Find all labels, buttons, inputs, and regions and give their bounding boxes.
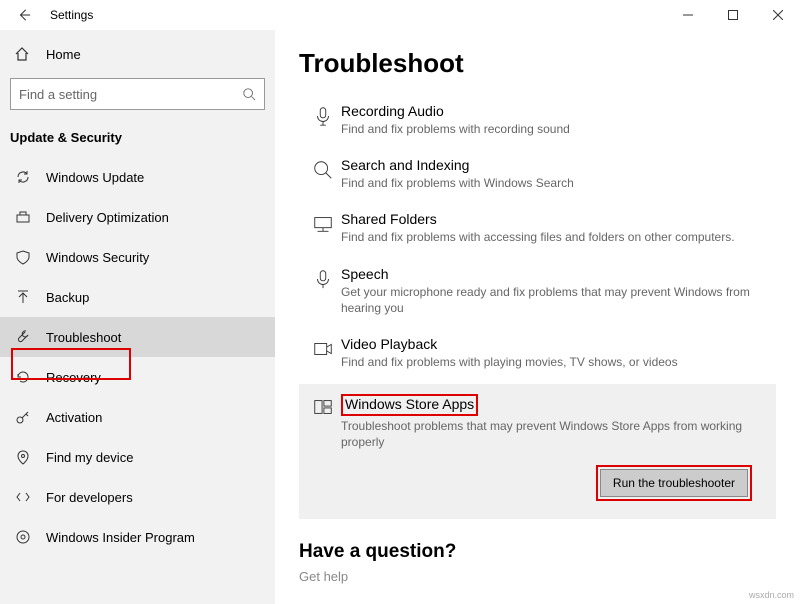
sidebar-item-backup[interactable]: Backup bbox=[0, 277, 275, 317]
sidebar-item-windows-security[interactable]: Windows Security bbox=[0, 237, 275, 277]
sidebar-item-find-my-device[interactable]: Find my device bbox=[0, 437, 275, 477]
sidebar-item-label: Delivery Optimization bbox=[46, 210, 169, 225]
search-placeholder: Find a setting bbox=[19, 87, 97, 102]
sidebar: Home Find a setting Update & Security Wi… bbox=[0, 30, 275, 604]
troubleshooter-desc: Find and fix problems with accessing fil… bbox=[341, 229, 770, 245]
sidebar-item-windows-update[interactable]: Windows Update bbox=[0, 157, 275, 197]
key-icon bbox=[14, 409, 32, 425]
sidebar-item-label: Windows Security bbox=[46, 250, 149, 265]
folder-network-icon bbox=[305, 211, 341, 245]
apps-icon bbox=[305, 394, 341, 500]
highlight-store-apps-title: Windows Store Apps bbox=[341, 394, 478, 416]
sidebar-item-troubleshoot[interactable]: Troubleshoot bbox=[0, 317, 275, 357]
delivery-icon bbox=[14, 209, 32, 225]
troubleshooter-title: Windows Store Apps bbox=[345, 396, 474, 412]
sidebar-item-label: Backup bbox=[46, 290, 89, 305]
sidebar-item-label: Find my device bbox=[46, 450, 133, 465]
page-title: Troubleshoot bbox=[299, 48, 776, 79]
search-input[interactable]: Find a setting bbox=[10, 78, 265, 110]
troubleshooter-title: Search and Indexing bbox=[341, 157, 770, 173]
sidebar-item-activation[interactable]: Activation bbox=[0, 397, 275, 437]
troubleshooter-title: Video Playback bbox=[341, 336, 770, 352]
troubleshooter-desc: Find and fix problems with recording sou… bbox=[341, 121, 770, 137]
video-icon bbox=[305, 336, 341, 370]
main-content: Troubleshoot Recording Audio Find and fi… bbox=[275, 30, 800, 604]
home-icon bbox=[14, 46, 32, 62]
backup-icon bbox=[14, 289, 32, 305]
back-button[interactable] bbox=[14, 8, 34, 22]
have-a-question: Have a question? bbox=[299, 541, 776, 563]
code-icon bbox=[14, 489, 32, 505]
shield-icon bbox=[14, 249, 32, 265]
sidebar-item-insider[interactable]: Windows Insider Program bbox=[0, 517, 275, 557]
troubleshooter-speech[interactable]: Speech Get your microphone ready and fix… bbox=[299, 256, 776, 326]
microphone-icon bbox=[305, 266, 341, 316]
sidebar-item-label: Windows Insider Program bbox=[46, 530, 195, 545]
sidebar-item-label: Recovery bbox=[46, 370, 101, 385]
troubleshooter-title: Shared Folders bbox=[341, 211, 770, 227]
recovery-icon bbox=[14, 369, 32, 385]
maximize-button[interactable] bbox=[710, 0, 755, 30]
sidebar-item-recovery[interactable]: Recovery bbox=[0, 357, 275, 397]
sidebar-item-for-developers[interactable]: For developers bbox=[0, 477, 275, 517]
troubleshooter-desc: Find and fix problems with Windows Searc… bbox=[341, 175, 770, 191]
window-title: Settings bbox=[50, 8, 93, 22]
troubleshooter-desc: Get your microphone ready and fix proble… bbox=[341, 284, 770, 316]
microphone-icon bbox=[305, 103, 341, 137]
minimize-button[interactable] bbox=[665, 0, 710, 30]
get-help-link[interactable]: Get help bbox=[299, 569, 776, 584]
sync-icon bbox=[14, 169, 32, 185]
troubleshooter-desc: Find and fix problems with playing movie… bbox=[341, 354, 770, 370]
troubleshooter-recording-audio[interactable]: Recording Audio Find and fix problems wi… bbox=[299, 93, 776, 147]
troubleshooter-desc: Troubleshoot problems that may prevent W… bbox=[341, 418, 770, 450]
troubleshooter-video-playback[interactable]: Video Playback Find and fix problems wit… bbox=[299, 326, 776, 380]
sidebar-item-label: Troubleshoot bbox=[46, 330, 121, 345]
close-button[interactable] bbox=[755, 0, 800, 30]
troubleshooter-title: Recording Audio bbox=[341, 103, 770, 119]
sidebar-home-label: Home bbox=[46, 47, 81, 62]
sidebar-item-label: Activation bbox=[46, 410, 102, 425]
troubleshooter-title: Speech bbox=[341, 266, 770, 282]
wrench-icon bbox=[14, 329, 32, 345]
troubleshooter-shared-folders[interactable]: Shared Folders Find and fix problems wit… bbox=[299, 201, 776, 255]
run-troubleshooter-button[interactable]: Run the troubleshooter bbox=[600, 469, 748, 497]
troubleshooter-windows-store-apps[interactable]: Windows Store Apps Troubleshoot problems… bbox=[299, 384, 776, 518]
sidebar-category: Update & Security bbox=[0, 124, 275, 157]
highlight-run-button: Run the troubleshooter bbox=[596, 465, 752, 501]
troubleshooter-search-indexing[interactable]: Search and Indexing Find and fix problem… bbox=[299, 147, 776, 201]
sidebar-item-delivery-optimization[interactable]: Delivery Optimization bbox=[0, 197, 275, 237]
sidebar-item-label: For developers bbox=[46, 490, 133, 505]
sidebar-item-label: Windows Update bbox=[46, 170, 144, 185]
location-icon bbox=[14, 449, 32, 465]
search-icon bbox=[242, 87, 256, 101]
insider-icon bbox=[14, 529, 32, 545]
sidebar-home[interactable]: Home bbox=[0, 36, 275, 72]
watermark: wsxdn.com bbox=[749, 590, 794, 600]
search-icon bbox=[305, 157, 341, 191]
